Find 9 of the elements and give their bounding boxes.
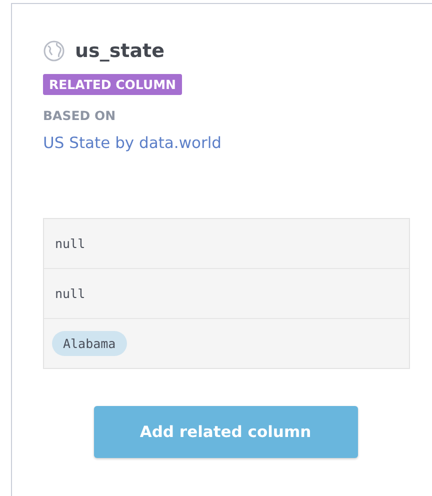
based-on-label: BASED ON — [43, 108, 117, 123]
null-value: null — [54, 236, 86, 251]
column-name: us_state — [75, 40, 165, 62]
globe-icon — [43, 40, 65, 62]
related-column-badge: RELATED COLUMN — [43, 74, 182, 95]
null-value: null — [54, 286, 86, 301]
add-related-column-button[interactable]: Add related column — [94, 406, 358, 458]
source-link[interactable]: US State by data.world — [43, 134, 222, 152]
value-pill: Alabama — [52, 331, 127, 356]
